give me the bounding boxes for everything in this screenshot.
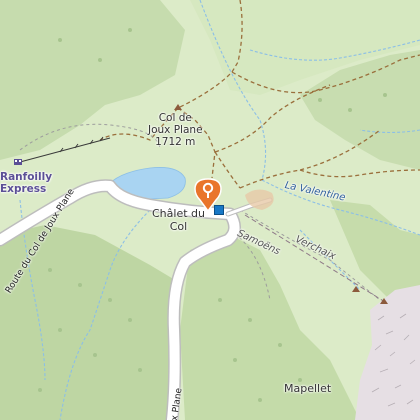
map-view[interactable]: Col de Joux Plane 1712 m Châlet du Col R… xyxy=(0,0,420,420)
ranfoilly-label: Ranfoilly Express xyxy=(0,171,52,195)
ranfoilly-line1: Ranfoilly xyxy=(0,171,53,183)
ranfoilly-line2: Express xyxy=(0,183,47,196)
col-name-line2: Joux Plane xyxy=(148,124,203,137)
mapellet-label: Mapellet xyxy=(284,382,332,395)
col-pass-icon xyxy=(174,104,182,110)
cable-car-icon[interactable] xyxy=(13,157,23,165)
col-elevation: 1712 m xyxy=(155,136,196,149)
col-name-label: Col de Joux Plane 1712 m xyxy=(148,112,203,148)
col-name-line1: Col de xyxy=(158,112,192,124)
peak-icon xyxy=(352,286,360,292)
viewpoint-icon xyxy=(380,298,388,304)
parking-icon[interactable] xyxy=(214,205,224,215)
chalet-line2: Col xyxy=(169,219,188,233)
